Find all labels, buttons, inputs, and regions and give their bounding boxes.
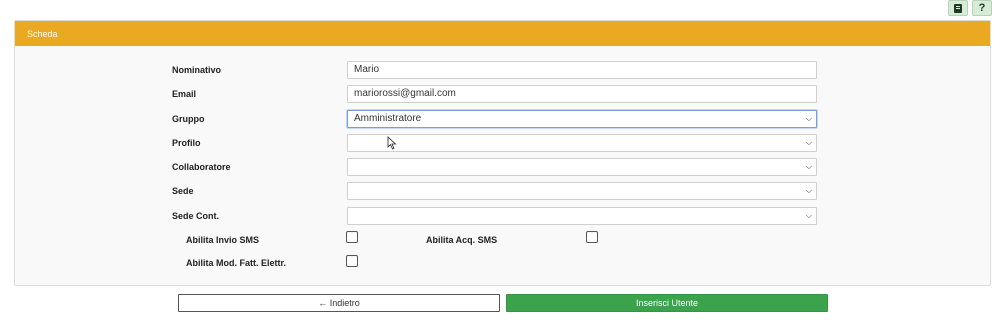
gruppo-label: Gruppo [172,114,205,124]
collaboratore-select[interactable]: ⌵ [347,158,817,176]
collaboratore-label: Collaboratore [172,162,231,172]
row-collaboratore: Collaboratore ⌵ [0,158,1004,182]
profilo-select[interactable]: ⌵ [347,134,817,152]
help-button[interactable]: ? [972,0,992,16]
chevron-down-icon: ⌵ [805,186,812,195]
chevron-down-icon: ⌵ [805,138,812,147]
gruppo-selected-value: Amministratore [354,113,422,124]
sede-label: Sede [172,186,194,196]
row-sede-cont: Sede Cont. ⌵ [0,207,1004,231]
insert-user-button[interactable]: Inserisci Utente [506,294,828,312]
chevron-down-icon: ⌵ [805,162,812,171]
sede-cont-label: Sede Cont. [172,211,220,221]
list-icon[interactable] [948,0,968,16]
list-icon-glyph [954,3,962,13]
abilita-mod-fatt-checkbox[interactable] [346,255,358,267]
row-gruppo: Gruppo Amministratore ⌵ [0,110,1004,134]
abilita-mod-fatt-label: Abilita Mod. Fatt. Elettr. [186,258,287,268]
email-label: Email [172,89,197,99]
sede-cont-select[interactable]: ⌵ [347,207,817,225]
abilita-invio-sms-label: Abilita Invio SMS [186,235,260,245]
profilo-label: Profilo [172,138,201,148]
panel-header: Scheda [15,21,990,46]
row-sede: Sede ⌵ [0,182,1004,206]
panel-title: Scheda [27,28,58,39]
chevron-down-icon: ⌵ [805,114,812,123]
row-profilo: Profilo ⌵ [0,134,1004,158]
mouse-cursor-icon [387,136,397,150]
nominativo-input[interactable]: Mario [347,61,817,79]
abilita-invio-sms-checkbox[interactable] [346,231,358,243]
row-nominativo: Nominativo Mario [0,61,1004,85]
row-email: Email mariorossi@gmail.com [0,85,1004,109]
sede-select[interactable]: ⌵ [347,182,817,200]
nominativo-label: Nominativo [172,65,222,75]
abilita-acq-sms-label: Abilita Acq. SMS [426,235,498,245]
top-toolbar: ? [948,0,992,16]
email-input[interactable]: mariorossi@gmail.com [347,85,817,103]
abilita-acq-sms-checkbox[interactable] [586,231,598,243]
back-button[interactable]: ← Indietro [178,294,500,312]
gruppo-select[interactable]: Amministratore ⌵ [347,110,817,128]
chevron-down-icon: ⌵ [805,211,812,220]
